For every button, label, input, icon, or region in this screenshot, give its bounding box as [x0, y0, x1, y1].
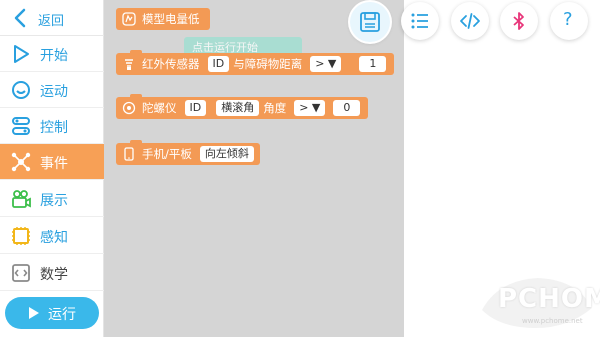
code-view-button[interactable]	[451, 2, 489, 40]
category-label: 展示	[40, 193, 68, 209]
category-display[interactable]: 展示	[0, 181, 104, 217]
infrared-icon	[125, 59, 133, 70]
value-input[interactable]: 0	[333, 100, 361, 116]
category-sensing[interactable]: 感知	[0, 218, 104, 254]
block-text: 角度	[263, 101, 287, 115]
block-text: 手机/平板	[142, 147, 192, 161]
block-text: 红外传感器	[142, 57, 200, 71]
bluetooth-icon	[513, 12, 524, 30]
category-label: 感知	[40, 230, 68, 246]
list-icon	[411, 13, 428, 29]
id-slot[interactable]: ID	[207, 56, 230, 72]
category-label: 控制	[40, 120, 68, 136]
camera-icon	[12, 190, 31, 208]
operator-dropdown[interactable]: > ▼	[294, 100, 326, 116]
block-gyro-angle[interactable]: 陀螺仪 ID 横滚角 角度 > ▼ 0	[116, 94, 369, 119]
category-events[interactable]: 事件	[0, 144, 104, 180]
bluetooth-button[interactable]	[500, 2, 538, 40]
help-button[interactable]: ?	[550, 2, 588, 40]
category-sidebar: 返回 开始 运动 控制 事件 展示 感知 数学 运行	[0, 0, 104, 337]
back-button[interactable]: 返回	[0, 0, 104, 36]
id-slot[interactable]: ID	[184, 100, 207, 116]
code-icon	[12, 264, 30, 282]
category-motion[interactable]: 运动	[0, 72, 104, 108]
watermark-text: PCHOME	[498, 284, 600, 314]
run-label: 运行	[48, 307, 76, 323]
help-icon: ?	[563, 9, 573, 30]
play-outline-icon	[14, 45, 29, 63]
phone-icon	[124, 147, 134, 161]
category-label: 运动	[40, 84, 68, 100]
smile-icon	[12, 81, 30, 99]
run-button[interactable]: 运行	[5, 297, 99, 329]
category-control[interactable]: 控制	[0, 108, 104, 144]
orientation-dropdown[interactable]: 向左倾斜	[199, 146, 254, 162]
axis-dropdown[interactable]: 横滚角	[216, 100, 260, 116]
category-math[interactable]: 数学	[0, 255, 104, 291]
block-phone-tilt[interactable]: 手机/平板 向左倾斜	[116, 140, 260, 165]
block-text: 与障碍物距离	[233, 57, 303, 71]
gyro-icon	[122, 101, 136, 115]
watermark-subtext: www.pchome.net	[522, 317, 583, 325]
code-icon	[460, 13, 480, 29]
block-list-button[interactable]	[401, 2, 439, 40]
block-text: 模型电量低	[142, 12, 200, 26]
battery-icon	[122, 12, 136, 26]
category-label: 开始	[40, 48, 68, 64]
network-icon	[11, 152, 31, 172]
toggle-icon	[12, 117, 30, 135]
save-icon	[360, 12, 380, 32]
category-label: 数学	[40, 267, 68, 283]
chevron-left-icon	[14, 8, 26, 28]
sensor-icon	[12, 227, 30, 245]
block-infrared-distance[interactable]: 红外传感器 ID 与障碍物距离 > ▼ 1	[116, 50, 395, 75]
play-icon	[29, 307, 39, 319]
category-label: 事件	[40, 156, 68, 172]
operator-dropdown[interactable]: > ▼	[310, 56, 342, 72]
block-text: 陀螺仪	[142, 101, 177, 115]
block-low-battery[interactable]: 模型电量低	[116, 8, 210, 30]
save-button[interactable]	[350, 2, 390, 42]
back-label: 返回	[38, 14, 65, 29]
category-start[interactable]: 开始	[0, 36, 104, 72]
value-input[interactable]: 1	[359, 56, 387, 72]
